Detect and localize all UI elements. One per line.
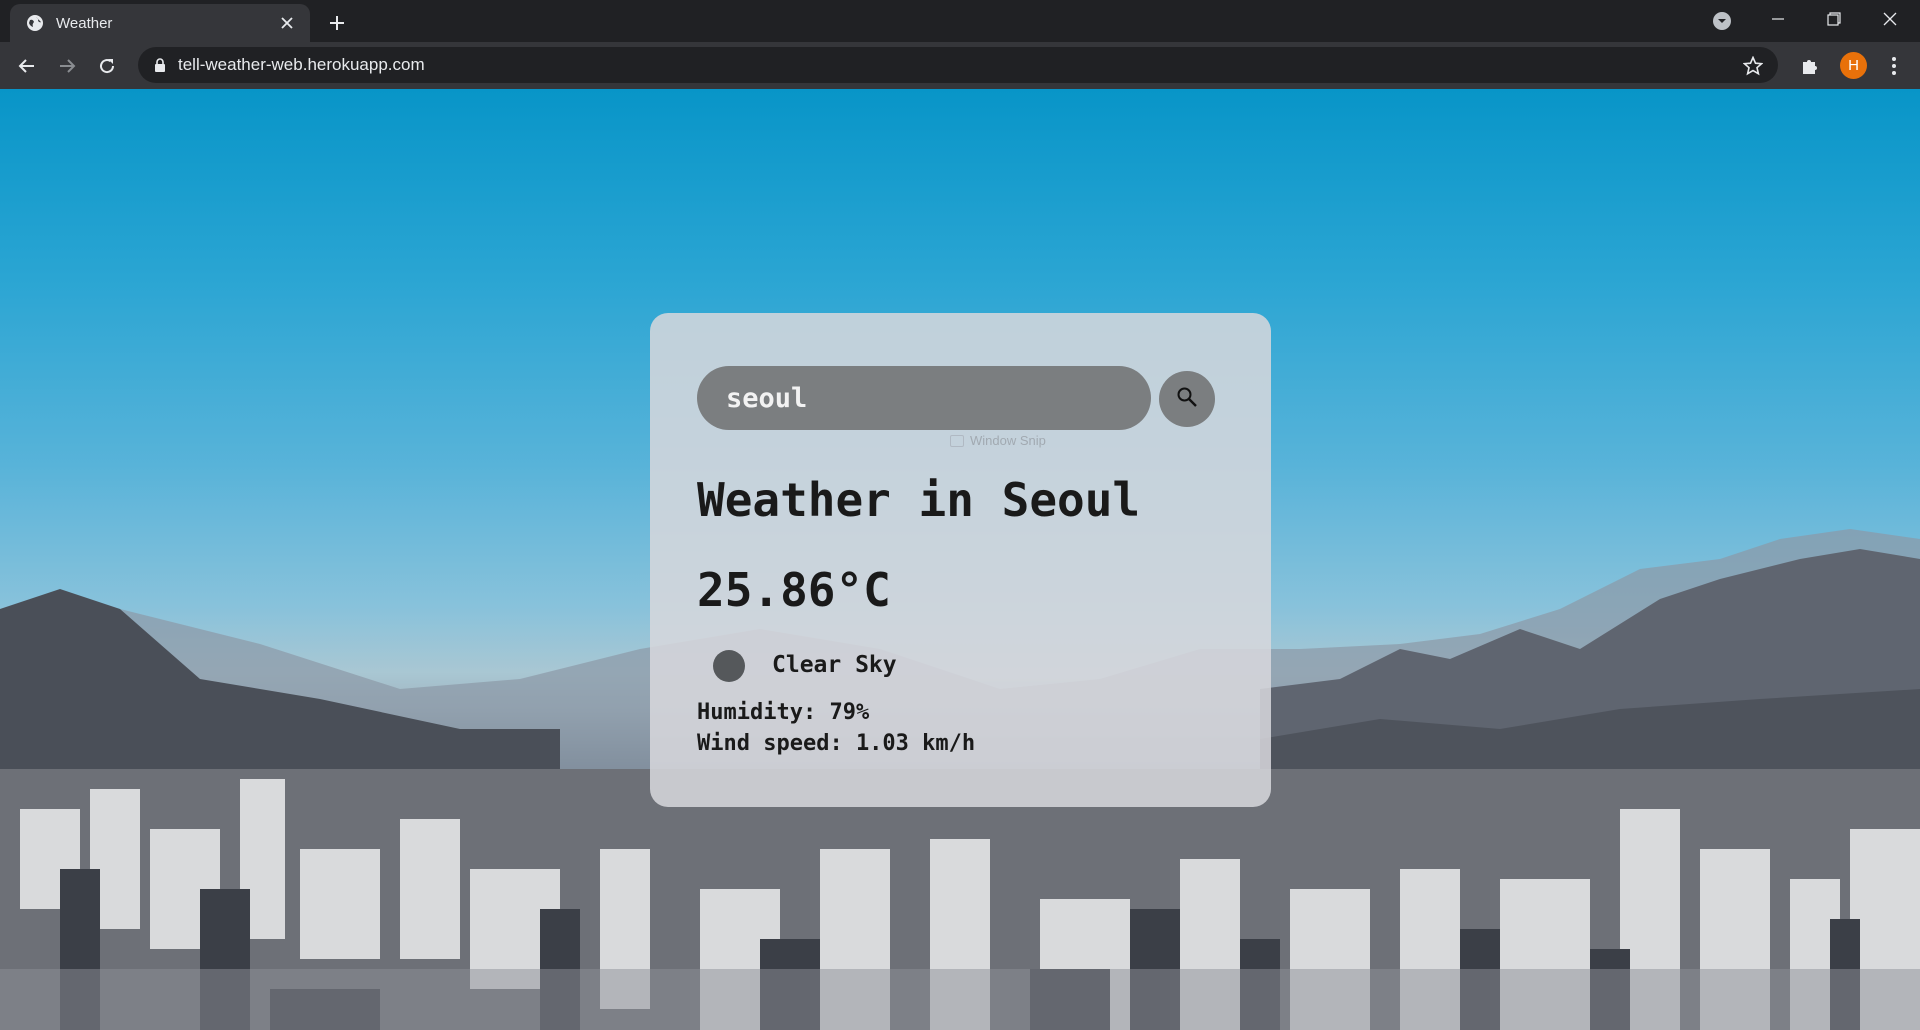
temperature: 25.86°C bbox=[697, 563, 891, 617]
minimize-button[interactable] bbox=[1750, 0, 1806, 38]
profile-avatar[interactable]: H bbox=[1840, 52, 1867, 79]
arrow-left-icon[interactable] bbox=[11, 50, 43, 82]
close-icon[interactable] bbox=[276, 12, 298, 34]
weather-card: seoul Window Snip Weather in Seoul 25.86… bbox=[650, 313, 1271, 807]
url-text[interactable]: tell-weather-web.herokuapp.com bbox=[178, 55, 425, 75]
close-window-button[interactable] bbox=[1862, 0, 1918, 38]
search-icon bbox=[1176, 386, 1198, 413]
wind-speed: Wind speed: 1.03 km/h bbox=[697, 731, 976, 756]
plus-icon[interactable] bbox=[322, 8, 352, 38]
browser-toolbar: tell-weather-web.herokuapp.com H bbox=[0, 42, 1920, 89]
snip-icon bbox=[950, 434, 964, 447]
tab-strip: Weather bbox=[0, 0, 1920, 42]
snip-label: Window Snip bbox=[970, 433, 1046, 448]
city-title: Weather in Seoul bbox=[697, 473, 1141, 527]
reload-icon[interactable] bbox=[91, 50, 123, 82]
puzzle-icon[interactable] bbox=[1798, 54, 1822, 78]
globe-icon bbox=[26, 14, 44, 32]
restore-button[interactable] bbox=[1806, 0, 1862, 38]
weather-icon bbox=[713, 650, 745, 682]
chevron-down-circle-icon[interactable] bbox=[1710, 9, 1734, 33]
search-input[interactable]: seoul bbox=[697, 366, 1151, 430]
kebab-menu-icon[interactable] bbox=[1880, 52, 1908, 80]
weather-description: Clear Sky bbox=[772, 652, 897, 678]
search-button[interactable] bbox=[1159, 371, 1215, 427]
page-viewport: seoul Window Snip Weather in Seoul 25.86… bbox=[0, 89, 1920, 1030]
arrow-right-icon[interactable] bbox=[51, 50, 83, 82]
humidity: Humidity: 79% bbox=[697, 700, 870, 725]
lock-icon[interactable] bbox=[152, 57, 168, 73]
address-bar[interactable]: tell-weather-web.herokuapp.com bbox=[138, 47, 1778, 83]
browser-tab[interactable]: Weather bbox=[10, 4, 310, 42]
window-snip-hint: Window Snip bbox=[950, 433, 1046, 448]
tab-title: Weather bbox=[56, 14, 113, 32]
star-icon[interactable] bbox=[1742, 55, 1764, 77]
